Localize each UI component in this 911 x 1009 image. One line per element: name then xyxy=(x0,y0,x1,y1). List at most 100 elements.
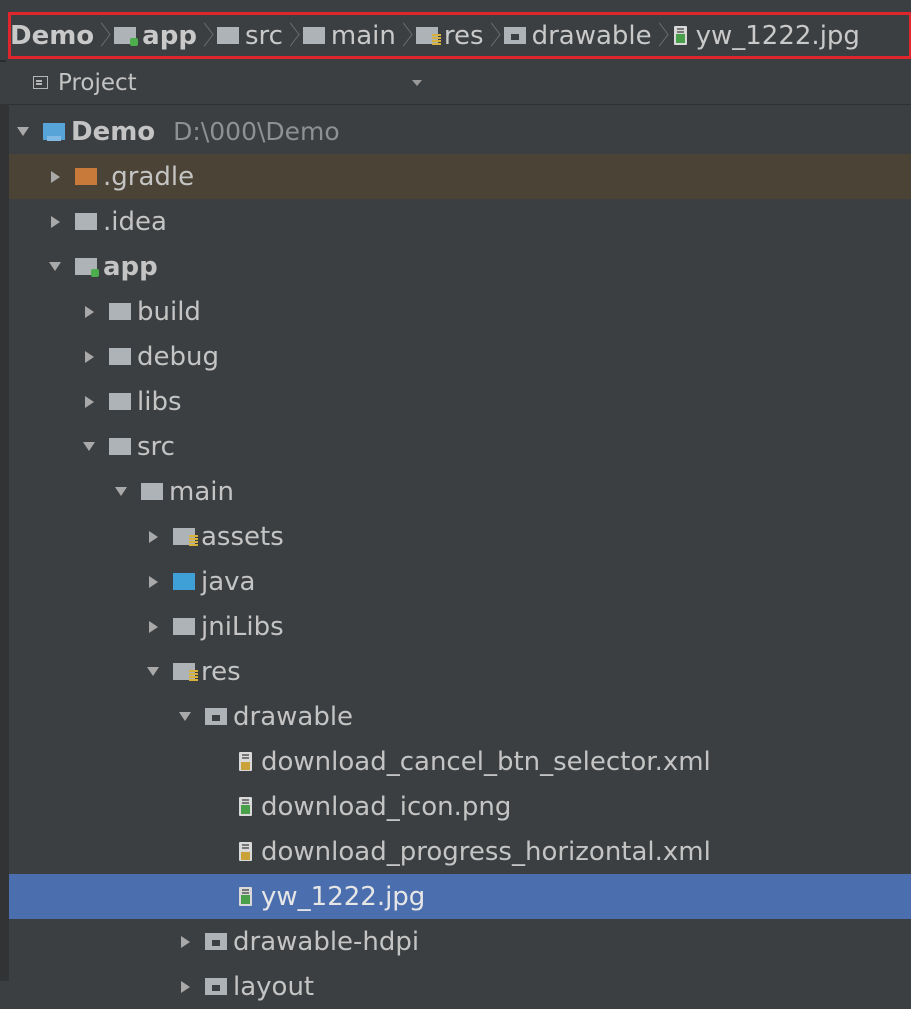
folder-icon xyxy=(141,483,163,500)
tree-item[interactable]: drawable xyxy=(9,694,911,739)
tree-item-label: layout xyxy=(233,971,315,1002)
tree-item[interactable]: download_progress_horizontal.xml xyxy=(9,829,911,874)
breadcrumb-label: src xyxy=(244,20,283,51)
folder-icon xyxy=(109,438,131,455)
resource-folder-icon xyxy=(173,528,198,546)
tree-item[interactable]: jniLibs xyxy=(9,604,911,649)
tree-item-label: .idea xyxy=(103,206,167,237)
expand-arrow-right-icon[interactable] xyxy=(145,529,161,545)
breadcrumb: Demo app src main res drawable yw_1222.j… xyxy=(10,14,860,57)
expand-arrow-right-icon[interactable] xyxy=(47,169,63,185)
folder-icon xyxy=(109,303,131,320)
image-file-icon xyxy=(237,886,255,908)
tree-item-label: res xyxy=(201,656,241,687)
breadcrumb-item-src[interactable]: src xyxy=(216,20,283,51)
chevron-down-icon[interactable] xyxy=(412,80,422,86)
breadcrumb-item-drawable[interactable]: drawable xyxy=(503,20,652,51)
tree-item-label: debug xyxy=(137,341,219,372)
folder-icon xyxy=(216,27,239,44)
folder-icon xyxy=(302,27,325,44)
navigation-bar: Demo app src main res drawable yw_1222.j… xyxy=(0,0,911,60)
tree-item[interactable]: debug xyxy=(9,334,911,379)
tree-item-label: download_icon.png xyxy=(261,791,512,822)
tree-item[interactable]: .idea xyxy=(9,199,911,244)
tree-item[interactable]: src xyxy=(9,424,911,469)
breadcrumb-label: Demo xyxy=(10,20,95,51)
tree-item-label: download_progress_horizontal.xml xyxy=(261,836,711,867)
breadcrumb-label: main xyxy=(330,20,396,51)
expand-arrow-down-icon[interactable] xyxy=(47,259,63,275)
project-panel-title: Project xyxy=(58,70,137,96)
image-file-icon xyxy=(672,25,690,47)
expand-arrow-right-icon[interactable] xyxy=(145,574,161,590)
tree-item-label: assets xyxy=(201,521,284,552)
project-panel-header[interactable]: Project xyxy=(0,62,911,105)
tree-item-label: drawable-hdpi xyxy=(233,926,420,957)
tree-item[interactable]: drawable-hdpi xyxy=(9,919,911,964)
tree-item-label: .gradle xyxy=(103,161,195,192)
folder-icon xyxy=(173,618,195,635)
module-folder-icon xyxy=(75,258,99,277)
tree-item-label: libs xyxy=(137,386,182,417)
tree-item-label: download_cancel_btn_selector.xml xyxy=(261,746,711,777)
folder-icon xyxy=(109,348,131,365)
tree-item[interactable]: java xyxy=(9,559,911,604)
breadcrumb-item-main[interactable]: main xyxy=(302,20,396,51)
image-file-icon xyxy=(237,796,255,818)
breadcrumb-item-app[interactable]: app xyxy=(114,21,197,51)
tree-item-label: src xyxy=(137,431,175,462)
expand-arrow-right-icon[interactable] xyxy=(145,619,161,635)
gradle-folder-icon xyxy=(75,168,97,185)
expand-arrow-right-icon[interactable] xyxy=(81,394,97,410)
breadcrumb-label: app xyxy=(142,20,197,51)
resource-folder-icon xyxy=(173,663,198,681)
breadcrumb-separator xyxy=(488,20,498,52)
resource-folder-icon xyxy=(415,27,441,45)
expand-arrow-right-icon[interactable] xyxy=(81,349,97,365)
expand-arrow-down-icon[interactable] xyxy=(15,124,31,140)
project-view-icon xyxy=(32,75,50,91)
breadcrumb-label: yw_1222.jpg xyxy=(695,20,860,51)
breadcrumb-separator xyxy=(287,20,297,52)
expand-arrow-right-icon[interactable] xyxy=(47,214,63,230)
breadcrumb-item-res[interactable]: res xyxy=(415,21,484,51)
package-folder-icon xyxy=(503,27,526,44)
tree-item[interactable]: Demo D:\000\Demo xyxy=(9,109,911,154)
project-tree: Demo D:\000\Demo .gradle .idea app build debug… xyxy=(9,109,911,1009)
expand-arrow-right-icon[interactable] xyxy=(177,934,193,950)
tree-item[interactable]: .gradle xyxy=(9,154,911,199)
tree-item[interactable]: libs xyxy=(9,379,911,424)
tree-item-label: jniLibs xyxy=(201,611,284,642)
breadcrumb-label: drawable xyxy=(531,20,652,51)
tree-item[interactable]: res xyxy=(9,649,911,694)
breadcrumb-separator xyxy=(400,20,410,52)
project-path: D:\000\Demo xyxy=(173,117,340,146)
breadcrumb-separator xyxy=(656,20,666,52)
expand-arrow-down-icon[interactable] xyxy=(177,709,193,725)
package-folder-icon xyxy=(205,708,227,725)
tree-item[interactable]: download_cancel_btn_selector.xml xyxy=(9,739,911,784)
xml-file-icon xyxy=(237,841,255,863)
module-folder-icon xyxy=(114,27,139,46)
tree-item[interactable]: main xyxy=(9,469,911,514)
tree-item[interactable]: download_icon.png xyxy=(9,784,911,829)
package-folder-icon xyxy=(205,933,227,950)
tree-item[interactable]: yw_1222.jpg xyxy=(9,874,911,919)
breadcrumb-item-demo[interactable]: Demo xyxy=(10,21,94,51)
tree-item-label: app xyxy=(103,251,158,282)
expand-arrow-right-icon[interactable] xyxy=(81,304,97,320)
folder-icon xyxy=(109,393,131,410)
tree-item[interactable]: assets xyxy=(9,514,911,559)
panel-gutter xyxy=(0,104,9,981)
tree-item[interactable]: layout xyxy=(9,964,911,1009)
source-folder-icon xyxy=(173,573,195,590)
expand-arrow-down-icon[interactable] xyxy=(113,484,129,500)
breadcrumb-item-yw-1222[interactable]: yw_1222.jpg xyxy=(672,21,860,51)
breadcrumb-separator xyxy=(201,20,211,52)
tree-item[interactable]: build xyxy=(9,289,911,334)
tree-item-label: drawable xyxy=(233,701,354,732)
tree-item-label: build xyxy=(137,296,201,327)
expand-arrow-down-icon[interactable] xyxy=(145,664,161,680)
expand-arrow-down-icon[interactable] xyxy=(81,439,97,455)
tree-item[interactable]: app xyxy=(9,244,911,289)
